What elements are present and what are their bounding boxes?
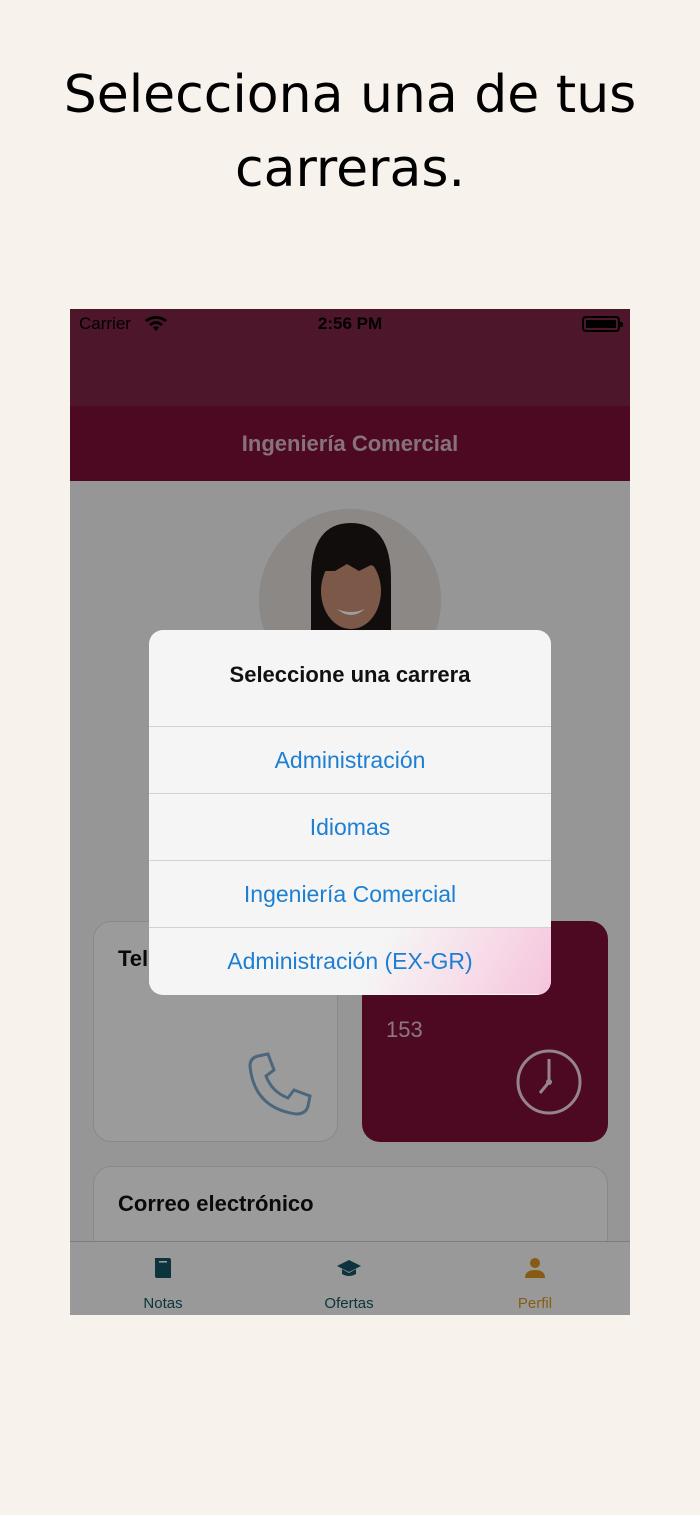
option-administracion[interactable]: Administración xyxy=(149,726,551,793)
promo-title-line-2: carreras. xyxy=(234,139,465,199)
tab-bar-dim xyxy=(70,1241,630,1315)
promo-title-line-1: Selecciona una de tus xyxy=(63,65,637,125)
alert-title: Seleccione una carrera xyxy=(229,662,471,687)
promo-title: Selecciona una de tus carreras. xyxy=(0,58,700,206)
option-administracion-ex-gr[interactable]: Administración (EX-GR) xyxy=(149,927,551,994)
career-picker-alert: Seleccione una carrera Administración Id… xyxy=(149,630,551,995)
option-idiomas[interactable]: Idiomas xyxy=(149,793,551,860)
phone-screen: Carrier 2:56 PM Ingeniería Comercial Tel… xyxy=(70,309,630,1315)
option-ingenieria-comercial[interactable]: Ingeniería Comercial xyxy=(149,860,551,927)
